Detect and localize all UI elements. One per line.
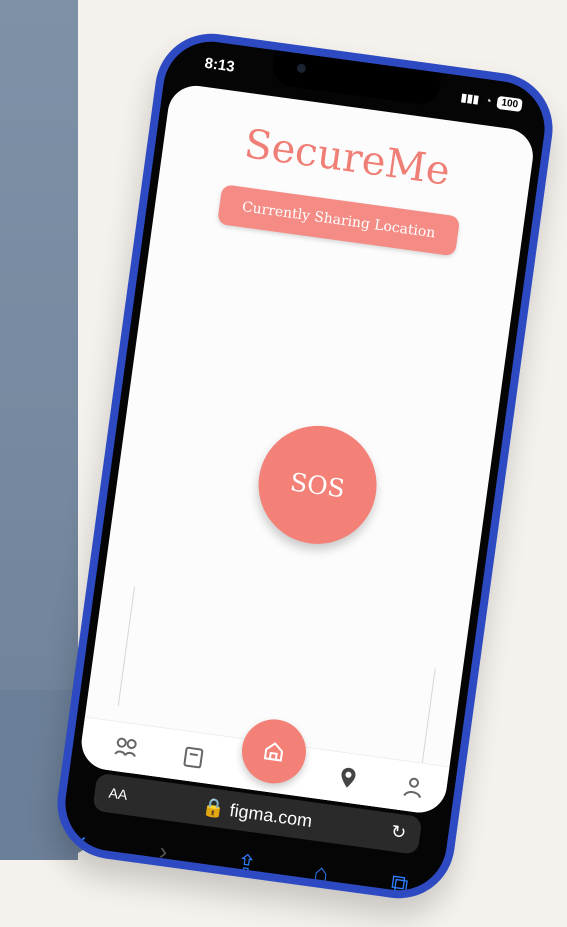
divider-right xyxy=(421,668,436,763)
reload-icon[interactable]: ↻ xyxy=(390,821,408,844)
phone-device: 8:13 ▮▮▮ ◔ 100 SecureMe Currently Sharin… xyxy=(50,26,560,906)
signal-icon: ▮▮▮ xyxy=(460,91,480,107)
location-icon[interactable] xyxy=(329,760,367,798)
community-icon[interactable] xyxy=(107,729,145,767)
battery-icon: 100 xyxy=(496,95,523,113)
status-time: 8:13 xyxy=(203,54,236,76)
camera-icon xyxy=(296,63,307,74)
notch xyxy=(270,50,442,107)
app-screen: SecureMe Currently Sharing Location SOS xyxy=(78,82,537,816)
book-icon[interactable] xyxy=(174,738,212,776)
url-text: figma.com xyxy=(228,800,314,832)
profile-icon[interactable] xyxy=(394,769,432,807)
tabs-icon[interactable]: ⧉ xyxy=(389,870,410,897)
sos-button[interactable]: SOS xyxy=(251,418,385,552)
status-right: ▮▮▮ ◔ 100 xyxy=(460,91,523,113)
forward-icon[interactable]: › xyxy=(157,838,170,867)
app-title: SecureMe xyxy=(241,121,453,195)
bookmarks-icon[interactable]: ⌂ xyxy=(312,859,330,889)
divider-left xyxy=(117,586,135,706)
share-icon[interactable]: ⇪ xyxy=(235,849,259,880)
lock-icon: 🔒 xyxy=(201,796,227,820)
phone-screen-frame: 8:13 ▮▮▮ ◔ 100 SecureMe Currently Sharin… xyxy=(59,35,551,897)
wifi-icon: ◔ xyxy=(484,94,493,108)
location-sharing-button[interactable]: Currently Sharing Location xyxy=(217,184,461,257)
home-button[interactable] xyxy=(237,715,311,788)
home-icon xyxy=(263,742,284,762)
